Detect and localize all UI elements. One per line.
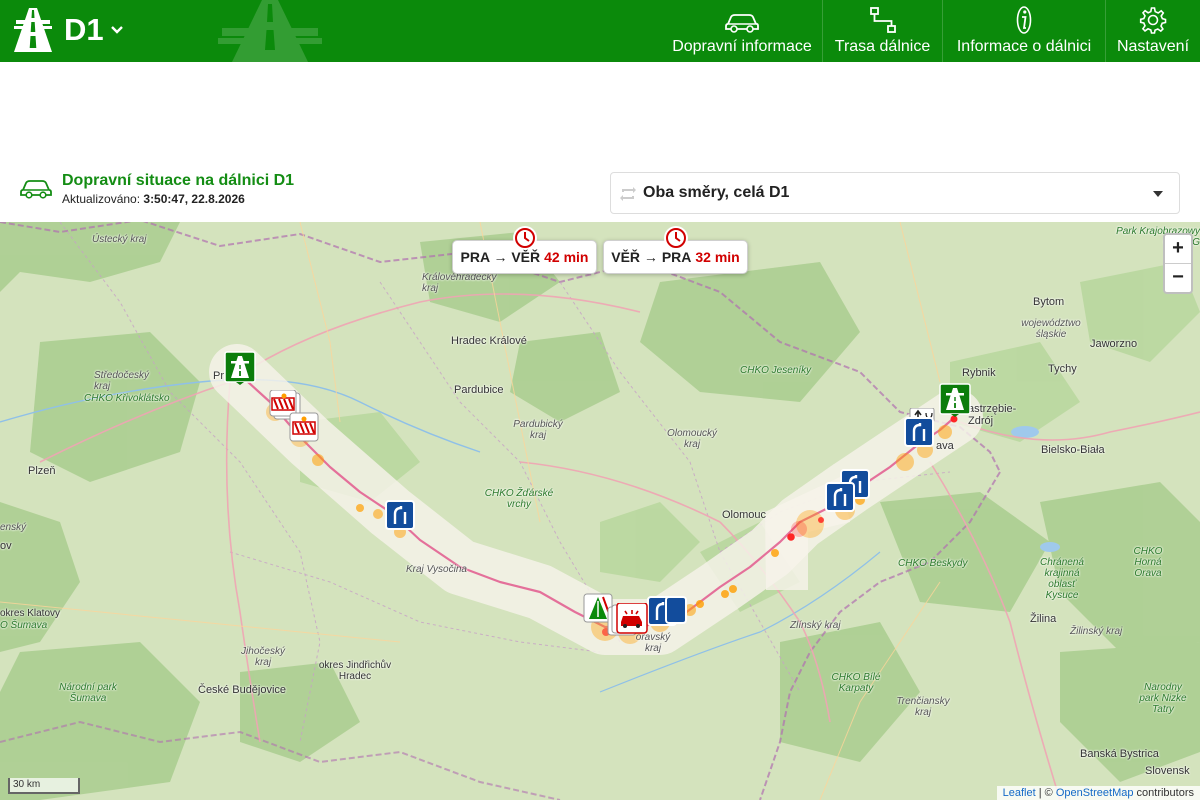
highway-selector[interactable]: D1 (12, 8, 124, 52)
highway-start-marker-icon[interactable] (224, 351, 256, 385)
nav-label: Trasa dálnice (834, 38, 931, 55)
car-icon (725, 14, 759, 33)
travel-time-pra-ver[interactable]: PRA → VĚŘ 42 min (452, 226, 597, 274)
swap-directions-icon (620, 187, 636, 201)
attribution-separator: | © (1035, 787, 1056, 799)
travel-time: 42 min (544, 249, 589, 265)
travel-route: VĚŘ → PRA (611, 249, 692, 265)
nav-highway-route[interactable]: Trasa dálnice (822, 0, 942, 62)
app-header: D1 Dopravní informace Trasa dálnice Info… (0, 0, 1200, 62)
nav-label: Dopravní informace (672, 38, 812, 55)
highway-end-marker-icon[interactable] (939, 383, 971, 417)
nav-label: Nastavení (1116, 38, 1190, 55)
lane-closure-marker-icon[interactable] (825, 482, 855, 512)
updated-value: 3:50:47, 22.8.2026 (143, 192, 245, 206)
nav-traffic-info[interactable]: Dopravní informace (662, 0, 822, 62)
zoom-control: + − (1163, 233, 1193, 294)
main-nav: Dopravní informace Trasa dálnice Informa… (662, 0, 1200, 62)
zoom-in-button[interactable]: + (1165, 235, 1191, 263)
map-tiles (0, 222, 1200, 800)
highway-icon (14, 8, 52, 52)
info-icon (1016, 6, 1032, 34)
travel-time: 32 min (695, 249, 740, 265)
car-icon (20, 180, 52, 199)
traffic-map[interactable]: Ústecký kraj Královéhradecký kraj Hradec… (0, 222, 1200, 800)
lane-closure-marker-icon[interactable] (904, 408, 936, 448)
clock-icon (663, 226, 688, 250)
nav-highway-info[interactable]: Informace o dálnici (942, 0, 1105, 62)
travel-route: PRA → VĚŘ (460, 249, 541, 265)
chevron-down-icon (110, 26, 123, 34)
roadwork-marker-icon[interactable] (287, 411, 321, 443)
direction-select[interactable]: Oba směry, celá D1 (610, 172, 1180, 214)
caret-down-icon (1153, 191, 1163, 197)
leaflet-link[interactable]: Leaflet (1003, 787, 1036, 799)
gear-icon (1139, 7, 1167, 34)
highway-title: D1 (64, 12, 104, 47)
lane-closure-marker-icon[interactable] (385, 500, 415, 530)
updated-label: Aktualizováno: (62, 192, 141, 206)
lane-closure-marker-icon[interactable] (665, 596, 687, 624)
attribution-contributors: contributors (1133, 787, 1194, 799)
direction-value: Oba směry, celá D1 (643, 184, 790, 201)
clock-icon (512, 226, 537, 250)
route-icon (869, 7, 896, 33)
nav-label: Informace o dálnici (956, 38, 1092, 55)
map-scale: 30 km (8, 778, 80, 794)
osm-link[interactable]: OpenStreetMap (1056, 787, 1134, 799)
status-title: Dopravní situace na dálnici D1 (62, 172, 295, 189)
travel-time-ver-pra[interactable]: VĚŘ → PRA 32 min (603, 226, 748, 274)
status-updated: Aktualizováno: 3:50:47, 22.8.2026 (62, 192, 245, 206)
map-attribution: Leaflet | © OpenStreetMap contributors (996, 786, 1200, 800)
nav-settings[interactable]: Nastavení (1105, 0, 1200, 62)
highway-watermark-icon (218, 0, 322, 62)
zoom-out-button[interactable]: − (1165, 263, 1191, 291)
accident-marker-icon[interactable] (607, 603, 651, 637)
traffic-status-bar: Dopravní situace na dálnici D1 Aktualizo… (0, 162, 1200, 222)
